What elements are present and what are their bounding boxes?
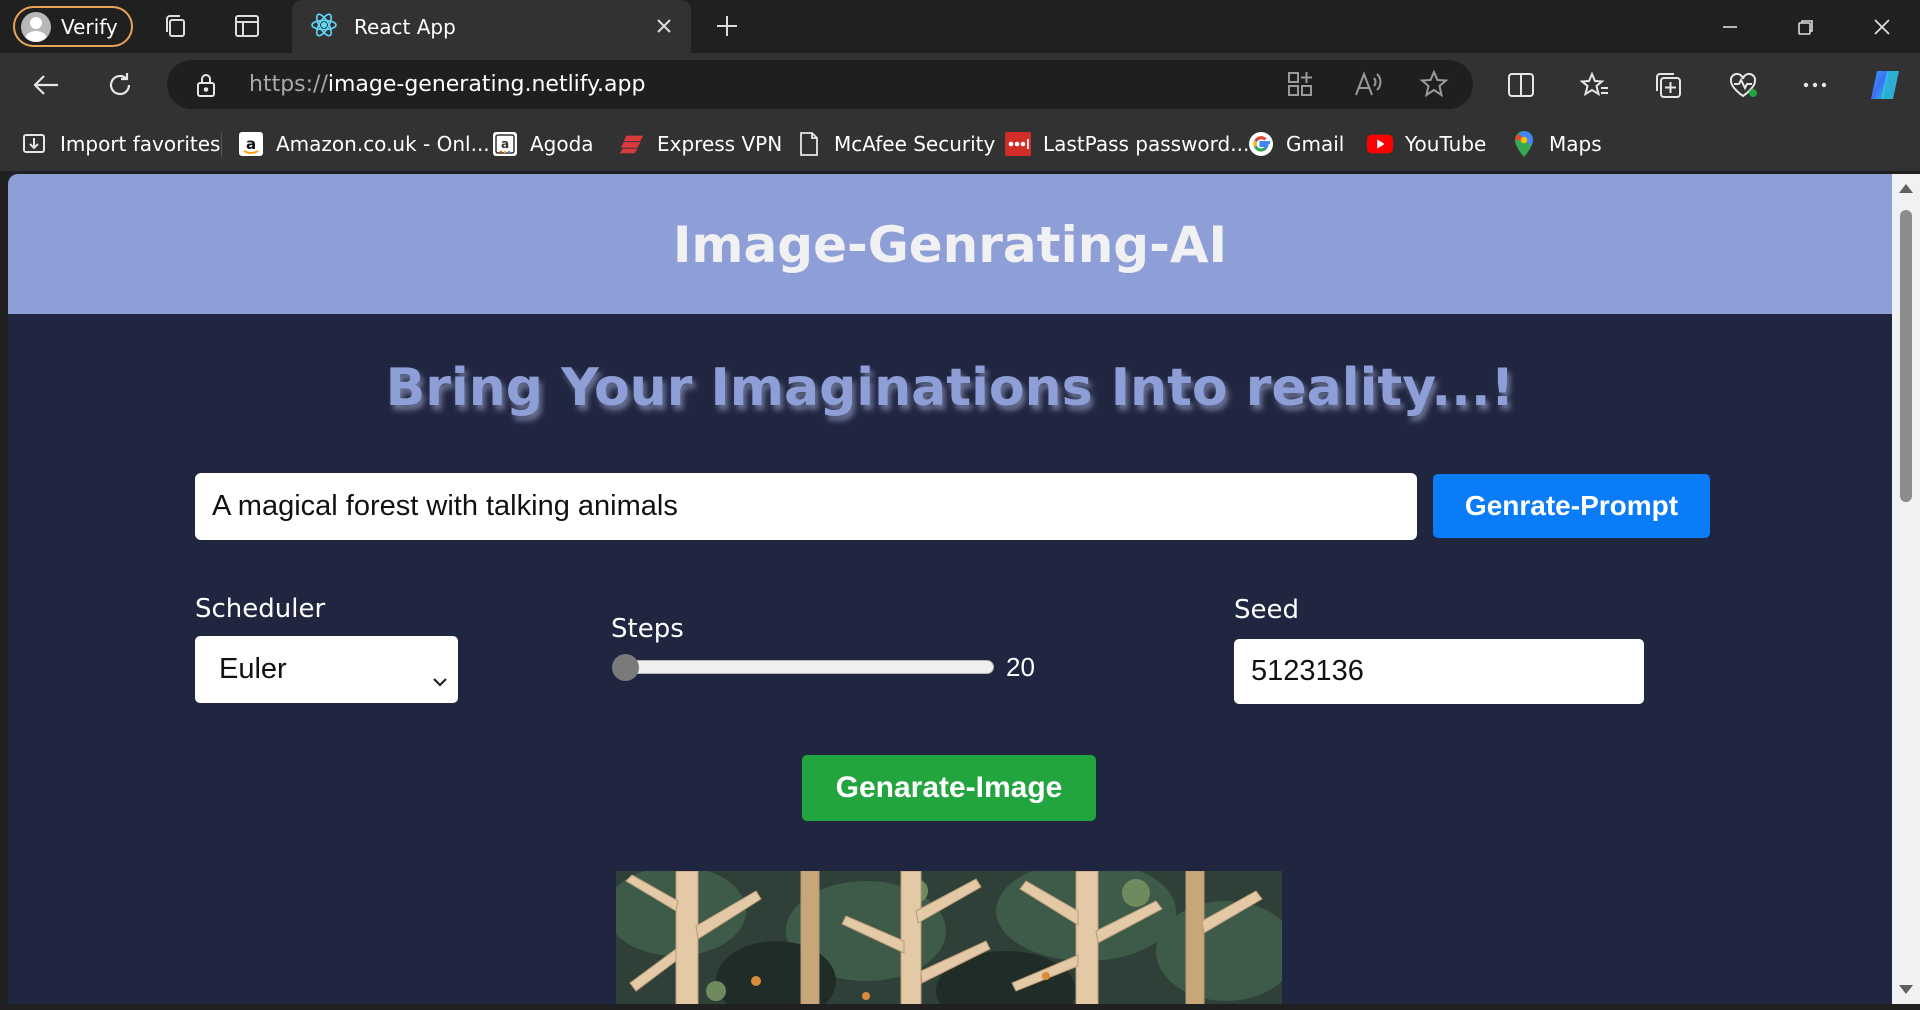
maps-icon bbox=[1511, 131, 1537, 157]
bookmarks-bar: Import favorites a Amazon.co.uk - Onl...… bbox=[0, 116, 1920, 171]
bookmark-label: LastPass password... bbox=[1043, 132, 1250, 156]
page-scrollbar[interactable] bbox=[1892, 174, 1920, 1004]
bookmark-import-favorites[interactable]: Import favorites bbox=[22, 129, 220, 159]
page-viewport: Image-Genrating-AI Bring Your Imaginatio… bbox=[8, 174, 1892, 1004]
lastpass-icon bbox=[1005, 131, 1031, 157]
copilot-icon[interactable] bbox=[1867, 67, 1905, 103]
browser-essentials-icon[interactable] bbox=[1728, 70, 1758, 100]
youtube-icon bbox=[1367, 131, 1393, 157]
app-available-icon[interactable] bbox=[1286, 70, 1314, 102]
favorites-icon[interactable] bbox=[1580, 70, 1610, 100]
split-screen-icon[interactable] bbox=[1506, 70, 1536, 100]
bookmark-label: Import favorites bbox=[60, 132, 221, 156]
generate-image-button[interactable]: Genarate-Image bbox=[802, 755, 1096, 821]
bookmark-label: Maps bbox=[1549, 132, 1602, 156]
bookmark-label: Agoda bbox=[530, 132, 594, 156]
back-icon[interactable] bbox=[31, 70, 61, 100]
amazon-icon: a bbox=[238, 131, 264, 157]
bookmark-label: Amazon.co.uk - Onl... bbox=[276, 132, 490, 156]
bookmark-mcafee[interactable]: McAfee Security bbox=[796, 129, 995, 159]
tab-react-app[interactable]: React App bbox=[292, 0, 691, 53]
bookmark-gmail[interactable]: Gmail bbox=[1248, 129, 1344, 159]
scroll-down-icon[interactable] bbox=[1899, 985, 1913, 994]
slider-thumb[interactable] bbox=[612, 654, 639, 681]
expressvpn-icon bbox=[619, 131, 645, 157]
bookmark-youtube[interactable]: YouTube bbox=[1367, 129, 1486, 159]
avatar bbox=[21, 11, 51, 42]
svg-text:a: a bbox=[501, 137, 509, 151]
read-aloud-icon[interactable] bbox=[1353, 70, 1383, 102]
vertical-tabs-icon[interactable] bbox=[233, 12, 261, 40]
refresh-icon[interactable] bbox=[105, 70, 135, 100]
site-title: Image-Genrating-AI bbox=[672, 216, 1228, 274]
svg-text:a: a bbox=[246, 135, 256, 153]
bookmark-amazon[interactable]: a Amazon.co.uk - Onl... bbox=[238, 129, 490, 159]
seed-input[interactable] bbox=[1234, 639, 1644, 704]
tagline: Bring Your Imaginations Into reality...! bbox=[385, 358, 1515, 418]
workspaces-icon[interactable] bbox=[162, 12, 190, 40]
browser-toolbar: https://image-generating.netlify.app bbox=[0, 53, 1920, 116]
generated-image bbox=[616, 871, 1282, 1004]
bookmark-label: McAfee Security bbox=[834, 132, 996, 156]
bookmark-label: YouTube bbox=[1405, 132, 1487, 156]
scheduler-select[interactable]: Euler bbox=[195, 636, 458, 703]
bookmark-express-vpn[interactable]: Express VPN bbox=[619, 129, 782, 159]
bookmark-label: Gmail bbox=[1286, 132, 1345, 156]
google-icon bbox=[1248, 131, 1274, 157]
new-tab-icon[interactable] bbox=[713, 12, 741, 40]
favorite-star-icon[interactable] bbox=[1419, 69, 1449, 103]
scheduler-value: Euler bbox=[219, 653, 287, 685]
collections-icon[interactable] bbox=[1654, 70, 1684, 100]
generate-prompt-button[interactable]: Genrate-Prompt bbox=[1433, 474, 1710, 538]
bookmark-agoda[interactable]: a Agoda bbox=[492, 129, 594, 159]
prompt-input[interactable] bbox=[195, 473, 1417, 540]
close-window-icon[interactable] bbox=[1850, 0, 1914, 53]
steps-value: 20 bbox=[1006, 652, 1035, 682]
more-options-icon[interactable] bbox=[1800, 70, 1830, 100]
browser-tab-bar: Verify React App bbox=[0, 0, 1920, 53]
profile-label: Verify bbox=[61, 14, 118, 39]
restore-icon[interactable] bbox=[1774, 0, 1838, 53]
url-host: image-generating.netlify.app bbox=[327, 72, 646, 97]
profile-button[interactable]: Verify bbox=[13, 6, 133, 47]
steps-slider[interactable] bbox=[612, 654, 994, 681]
steps-label: Steps bbox=[611, 614, 684, 644]
bookmark-label: Express VPN bbox=[657, 132, 783, 156]
bookmarks-divider bbox=[221, 133, 222, 157]
react-icon bbox=[310, 11, 338, 43]
scheduler-label: Scheduler bbox=[195, 594, 326, 624]
url-text: https://image-generating.netlify.app bbox=[249, 72, 645, 97]
import-favorites-icon bbox=[22, 131, 48, 157]
address-bar[interactable]: https://image-generating.netlify.app bbox=[167, 60, 1473, 109]
bookmark-lastpass[interactable]: LastPass password... bbox=[1005, 129, 1249, 159]
page-icon bbox=[796, 131, 822, 157]
minimize-icon[interactable] bbox=[1698, 0, 1762, 53]
window-bottom-edge bbox=[0, 1004, 1920, 1010]
chevron-down-icon bbox=[432, 662, 448, 695]
scrollbar-thumb[interactable] bbox=[1900, 210, 1912, 502]
bookmark-maps[interactable]: Maps bbox=[1511, 129, 1602, 159]
tab-title: React App bbox=[354, 14, 456, 39]
close-tab-icon[interactable] bbox=[651, 13, 677, 39]
site-header: Image-Genrating-AI bbox=[8, 174, 1892, 314]
url-protocol: https:// bbox=[249, 72, 328, 97]
scroll-up-icon[interactable] bbox=[1899, 184, 1913, 193]
lock-icon[interactable] bbox=[195, 72, 217, 102]
agoda-icon: a bbox=[492, 131, 518, 157]
seed-label: Seed bbox=[1234, 595, 1299, 625]
